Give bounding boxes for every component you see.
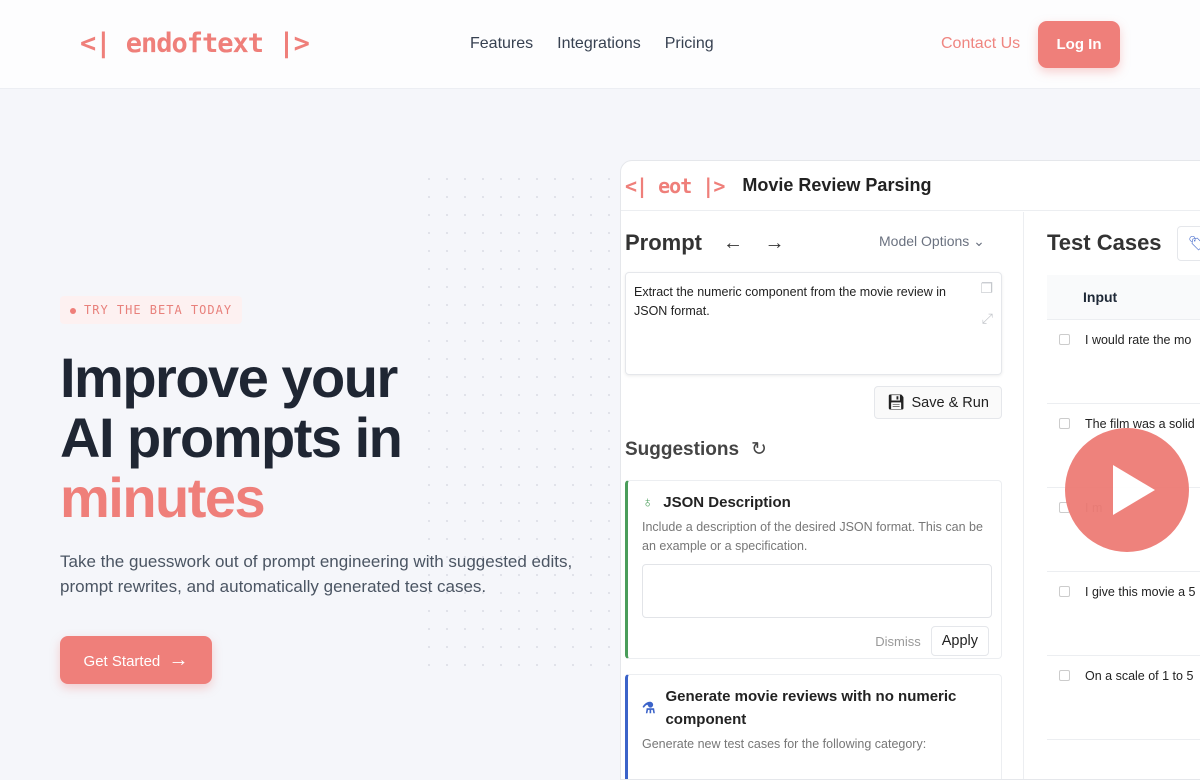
save-run-button[interactable]: 💾︎ Save & Run — [874, 386, 1002, 419]
nav-integrations[interactable]: Integrations — [557, 35, 641, 53]
save-icon: 💾︎ — [887, 395, 906, 411]
hero-title: Improve your AI prompts in minutes — [60, 346, 403, 529]
row-checkbox[interactable] — [1059, 334, 1070, 345]
row-checkbox[interactable] — [1059, 586, 1070, 597]
test-cases-title: Test Cases — [1047, 230, 1162, 255]
dismiss-button[interactable]: Dismiss — [875, 634, 921, 649]
history-arrows-icon[interactable]: ← → — [723, 232, 793, 255]
arrow-right-icon: → — [168, 648, 189, 671]
suggestion-textarea[interactable] — [642, 564, 992, 618]
expand-icon[interactable]: ⤢ — [982, 309, 993, 328]
column-header-input: Input — [1047, 275, 1200, 320]
contact-us-link[interactable]: Contact Us — [941, 35, 1020, 53]
table-row[interactable]: I would rate the mo — [1047, 320, 1200, 404]
app-logo: <| eot |> — [625, 173, 725, 198]
flask-icon: ⚗ — [642, 699, 656, 717]
apply-button[interactable]: Apply — [930, 626, 989, 656]
hero-subtitle: Take the guesswork out of prompt enginee… — [60, 552, 573, 596]
tag-icon[interactable]: 🏷︎ — [1177, 226, 1200, 261]
suggestion-card: ♁ JSON Description Include a description … — [625, 480, 1002, 659]
table-row[interactable]: On a scale of 1 to 5 — [1047, 656, 1200, 740]
nav-pricing[interactable]: Pricing — [665, 35, 714, 53]
app-title: Movie Review Parsing — [742, 175, 932, 195]
table-row[interactable]: I give this movie a 5 — [1047, 572, 1200, 656]
prompt-input[interactable]: Extract the numeric component from the m… — [625, 272, 1002, 375]
beta-badge: TRY THE BETA TODAY — [60, 296, 243, 324]
nav-features[interactable]: Features — [470, 35, 533, 53]
login-button[interactable]: Log In — [1038, 21, 1120, 68]
copy-icon[interactable]: ❐ — [980, 279, 993, 298]
refresh-icon[interactable]: ↻ — [751, 439, 767, 460]
model-options-dropdown[interactable]: Model Options ⌄ — [879, 233, 985, 250]
app-header: <| eot |> Movie Review Parsing — [621, 161, 1200, 211]
top-nav: <| endoftext |> Features Integrations Pr… — [0, 0, 1200, 89]
row-checkbox[interactable] — [1059, 418, 1070, 429]
get-started-button[interactable]: Get Started → — [60, 636, 212, 684]
logo[interactable]: <| endoftext |> — [80, 28, 310, 59]
suggestions-title: Suggestions ↻ — [625, 439, 767, 460]
prompt-title: Prompt — [625, 230, 702, 255]
row-checkbox[interactable] — [1059, 670, 1070, 681]
suggestion-card: ⚗ Generate movie reviews with no numeric … — [625, 674, 1002, 779]
lightbulb-icon: ♁ — [642, 494, 654, 511]
prompt-panel: Prompt ← → Model Options ⌄ Extract the n… — [621, 212, 1024, 779]
nav-links: Features Integrations Pricing — [470, 35, 714, 53]
play-video-button[interactable] — [1065, 428, 1189, 552]
